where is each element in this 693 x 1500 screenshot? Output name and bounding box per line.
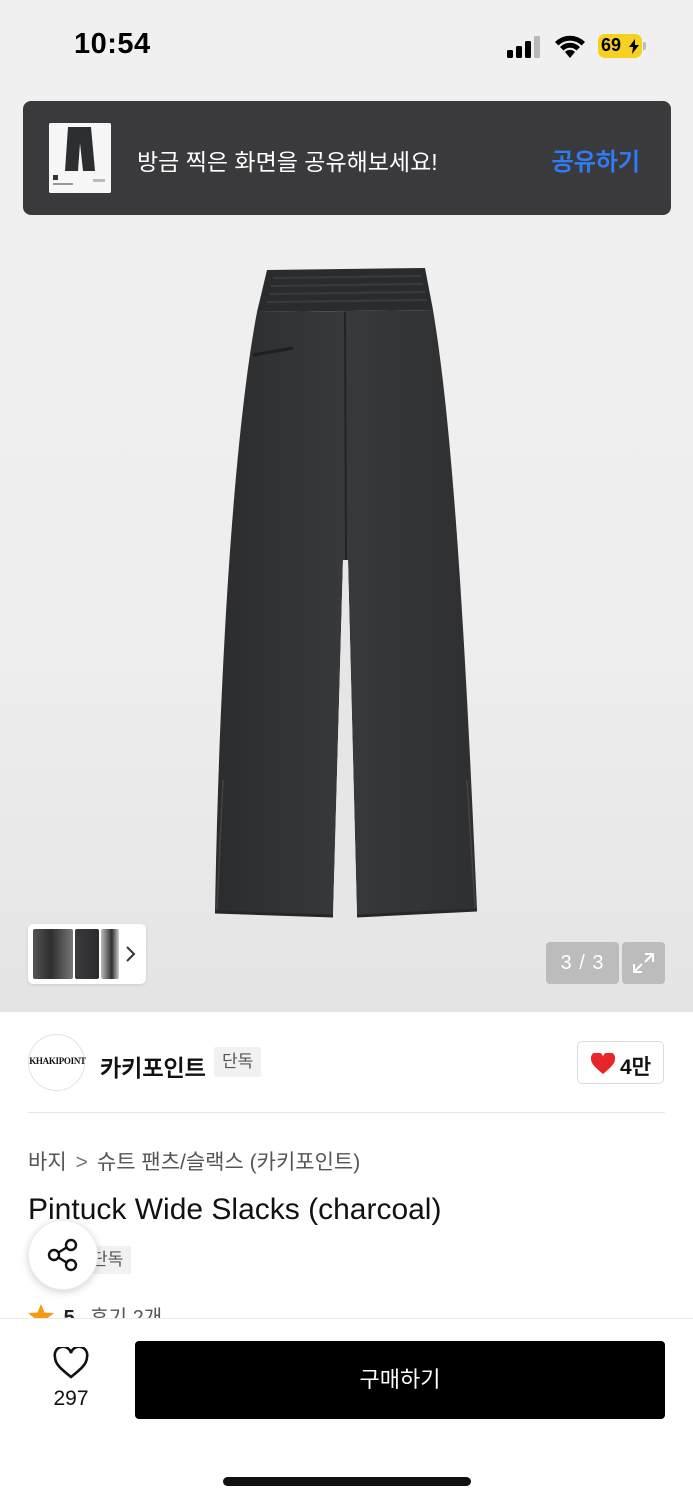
battery-icon: 69 [598, 34, 646, 58]
breadcrumb: 바지 > 슈트 팬츠/슬랙스 (카키포인트) [28, 1146, 360, 1176]
share-now-button[interactable]: 공유하기 [552, 142, 640, 177]
product-title: Pintuck Wide Slacks (charcoal) [28, 1193, 442, 1226]
share-banner-message: 방금 찍은 화면을 공유해보세요! [137, 149, 438, 175]
status-bar: 10:54 69 [0, 0, 693, 92]
star-icon [28, 1304, 54, 1319]
heart-outline-icon [53, 1347, 89, 1379]
wishlist-count: 297 [53, 1387, 89, 1410]
status-time: 10:54 [74, 28, 151, 60]
breadcrumb-subcategory[interactable]: 슈트 팬츠/슬랙스 (카키포인트) [97, 1151, 360, 1174]
screenshot-share-banner[interactable]: 방금 찍은 화면을 공유해보세요! 공유하기 [23, 101, 671, 215]
divider [28, 1112, 665, 1113]
exclusive-badge: 단독 [214, 1047, 262, 1077]
brand-like-button[interactable]: 4만 [577, 1041, 664, 1084]
breadcrumb-separator: > [75, 1151, 88, 1174]
battery-level: 69 [601, 35, 622, 55]
brand-like-count: 4만 [620, 1056, 651, 1079]
thumbnail-strip[interactable] [28, 924, 146, 984]
brand-logo[interactable]: KHAKIPOINT [28, 1034, 86, 1091]
buy-button[interactable]: 구매하기 [135, 1341, 665, 1419]
thumbnail-1[interactable] [33, 929, 73, 979]
fullscreen-button[interactable] [622, 942, 665, 984]
expand-icon [633, 953, 654, 973]
share-icon [47, 1238, 78, 1272]
product-image[interactable] [205, 260, 490, 928]
screenshot-thumbnail[interactable] [49, 123, 111, 193]
thumbnail-3[interactable] [101, 929, 119, 979]
thumbnail-2[interactable] [75, 929, 99, 979]
chevron-right-icon[interactable] [124, 942, 138, 966]
bottom-action-bar: 297 구매하기 [0, 1318, 693, 1500]
home-indicator [223, 1477, 471, 1486]
cellular-signal-icon [507, 36, 540, 58]
heart-filled-icon [591, 1053, 615, 1074]
breadcrumb-category[interactable]: 바지 [28, 1151, 67, 1174]
share-button[interactable] [28, 1220, 98, 1290]
wishlist-button[interactable]: 297 [40, 1343, 102, 1415]
charging-bolt-icon [629, 39, 639, 54]
brand-name[interactable]: 카키포인트 [100, 1049, 206, 1083]
rating-row[interactable]: 5 후기 2개 [28, 1301, 162, 1319]
image-page-counter: 3 / 3 [546, 942, 619, 984]
wifi-icon [555, 35, 585, 58]
